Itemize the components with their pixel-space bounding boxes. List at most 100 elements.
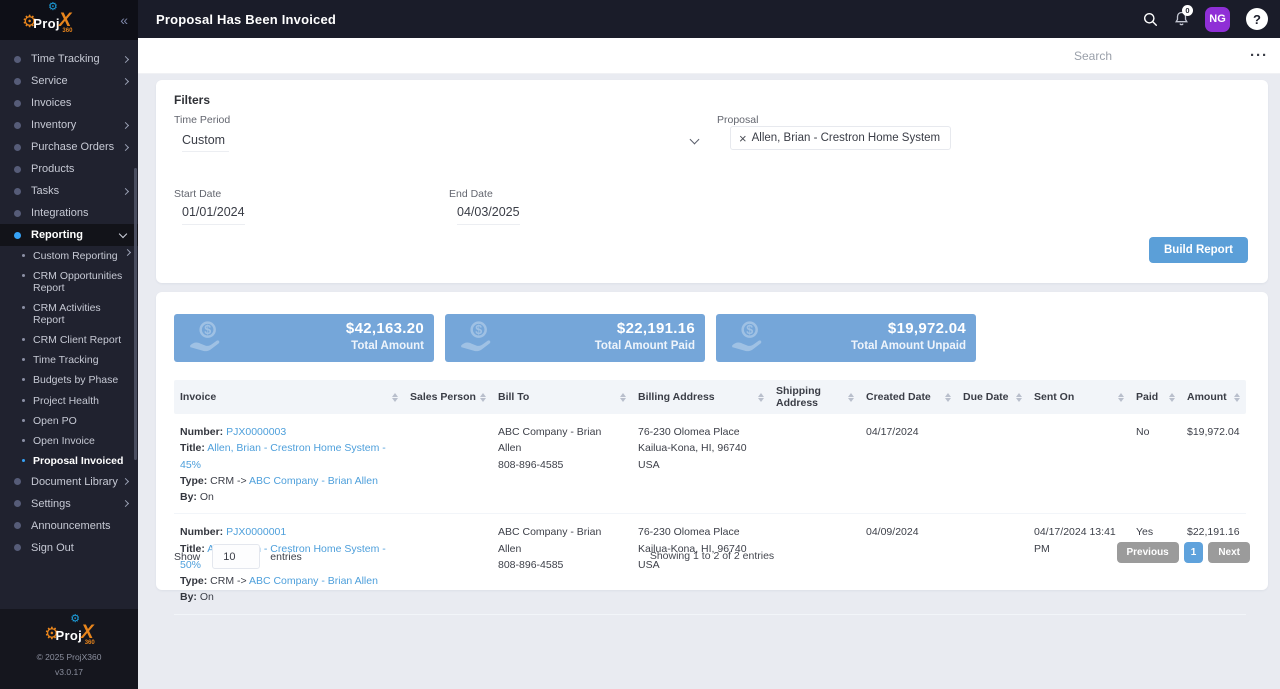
invoice-number-link[interactable]: PJX0000003 [226, 426, 286, 438]
column-header-sent-on[interactable]: Sent On [1028, 380, 1130, 414]
bullet-dot-icon [22, 398, 25, 402]
notifications-icon[interactable]: 0 [1174, 5, 1193, 27]
page-size-input[interactable] [212, 544, 261, 569]
sidebar-item-sign-out[interactable]: Sign Out [0, 537, 138, 559]
column-header-bill-to[interactable]: Bill To [492, 380, 632, 414]
sidebar-item-integrations[interactable]: Integrations [0, 202, 138, 224]
sidebar-nav: Time Tracking Service Invoices Inventory… [0, 40, 138, 559]
sidebar-item-inventory[interactable]: Inventory [0, 114, 138, 136]
end-date-field[interactable]: 04/03/2025 [457, 205, 520, 225]
collapse-sidebar-icon[interactable]: « [120, 12, 128, 28]
total-amount-unpaid-value: $19,972.04 [887, 320, 966, 337]
sidebar-item-invoices[interactable]: Invoices [0, 92, 138, 114]
sidebar-subitem-crm-client-report[interactable]: CRM Client Report [0, 330, 138, 350]
sort-icon[interactable] [848, 392, 854, 402]
sort-icon[interactable] [758, 392, 764, 402]
sidebar-item-service[interactable]: Service [0, 70, 138, 92]
build-report-button[interactable]: Build Report [1149, 237, 1248, 263]
bullet-dot-icon [14, 187, 21, 195]
more-options-icon[interactable]: ··· [1250, 48, 1268, 63]
search-icon[interactable] [1143, 12, 1158, 27]
proposal-label: Proposal [717, 114, 759, 126]
amount-cell: $19,972.04 [1187, 426, 1240, 438]
column-header-billing-address[interactable]: Billing Address [632, 380, 770, 414]
column-header-shipping-address[interactable]: Shipping Address [770, 380, 860, 414]
sidebar-subitem-budgets-by-phase[interactable]: Budgets by Phase [0, 370, 138, 390]
sort-icon[interactable] [945, 392, 951, 402]
sidebar-subitem-time-tracking[interactable]: Time Tracking [0, 350, 138, 370]
sidebar-subitem-custom-reporting[interactable]: Custom Reporting [0, 246, 138, 266]
sidebar-subitem-crm-opportunities-report[interactable]: CRM Opportunities Report [0, 266, 138, 298]
created-date-cell: 04/17/2024 [866, 426, 919, 438]
column-header-invoice[interactable]: Invoice [174, 380, 404, 414]
gear-icon: ⚙ [70, 613, 81, 625]
start-date-field[interactable]: 01/01/2024 [182, 205, 245, 225]
next-page-button[interactable]: Next [1208, 542, 1250, 563]
company-link[interactable]: ABC Company - Brian Allen [249, 575, 378, 587]
bullet-dot-icon [22, 458, 25, 462]
sidebar-item-tasks[interactable]: Tasks [0, 180, 138, 202]
sort-icon[interactable] [620, 392, 626, 402]
sidebar-item-time-tracking[interactable]: Time Tracking [0, 48, 138, 70]
proposal-chip-text: Allen, Brian - Crestron Home System [751, 132, 941, 144]
proposal-chip[interactable]: × Allen, Brian - Crestron Home System [730, 126, 952, 150]
bullet-dot-icon [14, 544, 21, 552]
filters-panel: Filters Time Period Custom Proposal × Al… [156, 80, 1268, 283]
sidebar-item-announcements[interactable]: Announcements [0, 515, 138, 537]
sidebar-subitem-crm-activities-report[interactable]: CRM Activities Report [0, 298, 138, 330]
total-amount-value: $42,163.20 [345, 320, 424, 337]
sort-icon[interactable] [392, 392, 398, 402]
sort-icon[interactable] [1016, 392, 1022, 402]
company-link[interactable]: ABC Company - Brian Allen [249, 475, 378, 487]
reporting-submenu: Custom Reporting CRM Opportunities Repor… [0, 246, 138, 471]
sort-icon[interactable] [1118, 392, 1124, 402]
chevron-right-icon [121, 77, 130, 85]
invoice-title-link[interactable]: Allen, Brian - Crestron Home System - 45… [180, 442, 386, 470]
sidebar-scrollbar[interactable] [134, 168, 137, 460]
column-header-amount[interactable]: Amount [1181, 380, 1246, 414]
chevron-right-icon [121, 121, 130, 129]
sidebar-subitem-project-health[interactable]: Project Health [0, 391, 138, 411]
column-header-sales-person[interactable]: Sales Person [404, 380, 492, 414]
table-row: Number: PJX0000003 Title: Allen, Brian -… [174, 414, 1246, 515]
sort-icon[interactable] [1234, 392, 1240, 402]
sidebar-item-settings[interactable]: Settings [0, 493, 138, 515]
avatar[interactable]: NG [1205, 6, 1230, 32]
column-header-paid[interactable]: Paid [1130, 380, 1181, 414]
previous-page-button[interactable]: Previous [1116, 542, 1179, 563]
total-amount-label: Total Amount [351, 340, 424, 352]
remove-chip-icon[interactable]: × [739, 132, 747, 145]
chevron-right-icon [121, 187, 130, 195]
app-logo: ⚙ ⚙ Proj X 360 [22, 1, 74, 34]
entries-label: entries [270, 550, 302, 563]
column-header-due-date[interactable]: Due Date [957, 380, 1028, 414]
sidebar-subitem-open-invoice[interactable]: Open Invoice [0, 431, 138, 451]
svg-text:$: $ [204, 323, 211, 337]
time-period-select[interactable]: Custom [174, 128, 702, 154]
bullet-dot-icon [14, 209, 21, 217]
chevron-right-icon [121, 500, 130, 508]
sidebar: ⚙ ⚙ Proj X 360 « Time Tracking Service I… [0, 0, 138, 689]
page-number-button[interactable]: 1 [1183, 542, 1204, 563]
sales-person-cell [404, 414, 492, 513]
sidebar-item-reporting[interactable]: Reporting [0, 224, 138, 246]
invoices-table: Invoice Sales Person Bill To Billing Add… [174, 380, 1246, 615]
sidebar-subitem-open-po[interactable]: Open PO [0, 411, 138, 431]
bullet-dot-icon [14, 165, 21, 173]
chevron-right-icon [123, 248, 132, 257]
bullet-dot-icon [22, 254, 25, 257]
search-input[interactable] [1074, 48, 1194, 63]
invoice-cell: Number: PJX0000003 Title: Allen, Brian -… [180, 426, 386, 504]
sidebar-item-purchase-orders[interactable]: Purchase Orders [0, 136, 138, 158]
sidebar-subitem-proposal-invoiced[interactable]: Proposal Invoiced [0, 451, 138, 471]
help-icon[interactable]: ? [1246, 8, 1268, 30]
sort-icon[interactable] [480, 392, 486, 402]
bullet-dot-icon [14, 55, 21, 63]
sidebar-item-document-library[interactable]: Document Library [0, 471, 138, 493]
column-header-created-date[interactable]: Created Date [860, 380, 957, 414]
sidebar-item-products[interactable]: Products [0, 158, 138, 180]
gear-icon: ⚙ [48, 0, 58, 13]
bullet-dot-icon [22, 338, 25, 342]
sort-icon[interactable] [1169, 392, 1175, 402]
app-logo-footer: ⚙ ⚙ Proj X 360 [44, 613, 96, 646]
